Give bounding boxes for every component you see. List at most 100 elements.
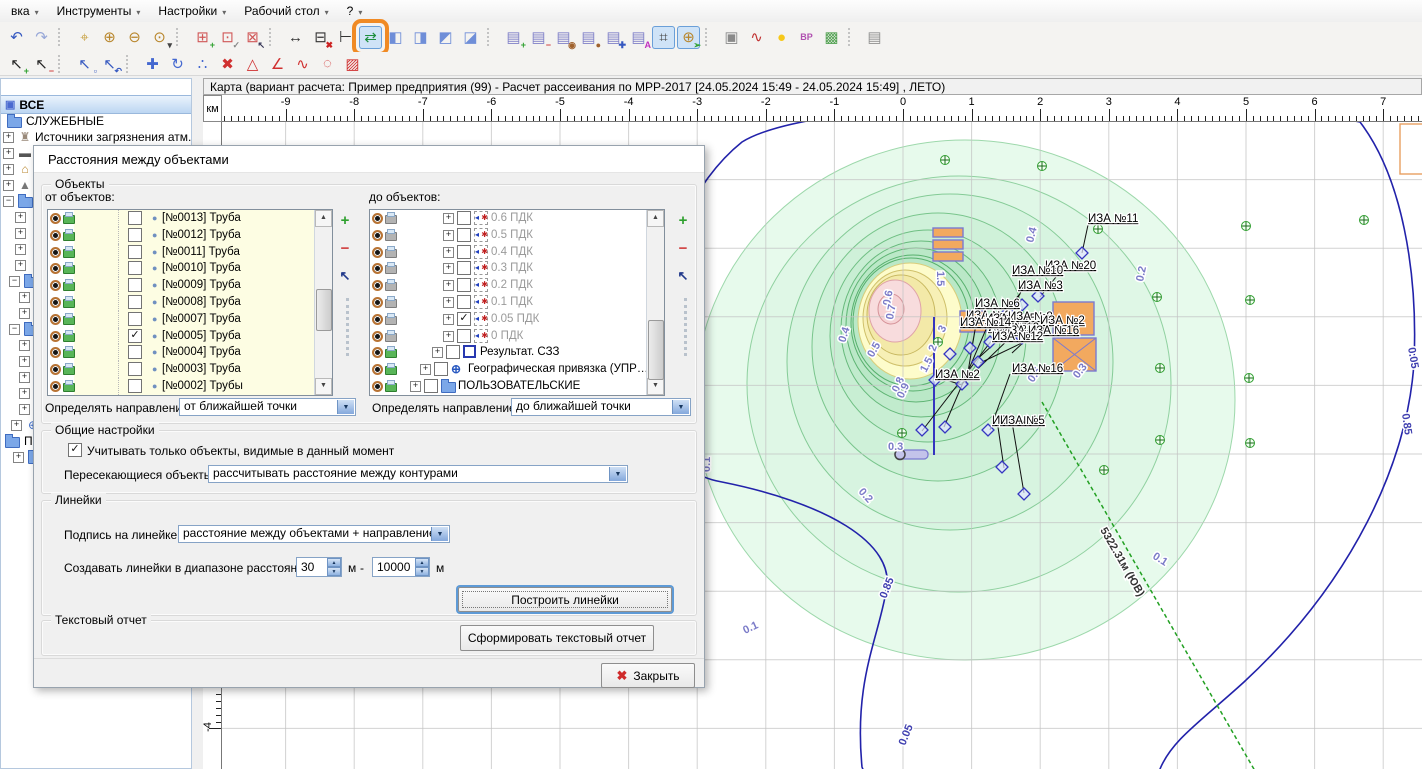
print-layer-icon[interactable] [63, 299, 75, 308]
menu-item-Рабочий стол[interactable]: Рабочий стол [235, 2, 337, 21]
row-checkbox[interactable] [424, 379, 438, 393]
expand-plus-icon[interactable]: + [443, 213, 454, 224]
delete-node-icon[interactable]: ✖ [216, 52, 239, 75]
direction-to-combo[interactable]: до ближайшей точки [511, 398, 691, 416]
visibility-eye-icon[interactable] [50, 381, 61, 392]
row-checkbox[interactable] [128, 362, 142, 376]
from-objects-list[interactable]: ●[№0013] Труба●[№0012] Труба●[№0011] Тру… [47, 209, 333, 396]
close-button[interactable]: ✖ Закрыть [601, 663, 695, 688]
row-checkbox[interactable] [128, 312, 142, 326]
expand-plus-icon[interactable]: + [443, 314, 454, 325]
row-checkbox[interactable] [446, 345, 460, 359]
select-plus-icon[interactable]: ↖+ [5, 52, 28, 75]
expand-plus-icon[interactable]: + [15, 244, 26, 255]
source-remove-icon[interactable]: ▤− [527, 26, 550, 49]
to-add-button[interactable]: + [673, 212, 693, 229]
expand-plus-icon[interactable]: + [13, 452, 24, 463]
source-dot-icon[interactable]: ▤● [577, 26, 600, 49]
print-layer-icon[interactable] [385, 366, 397, 375]
print-layer-icon[interactable] [63, 366, 75, 375]
caption-combo[interactable]: расстояние между объектами + направление [178, 525, 450, 543]
menu-item-вка[interactable]: вка [2, 2, 48, 21]
menu-item-?[interactable]: ? [338, 2, 372, 21]
visibility-eye-icon[interactable] [50, 213, 61, 224]
expand-minus-icon[interactable]: − [9, 276, 20, 287]
intersect-combo[interactable]: рассчитывать расстояние между контурами [208, 465, 628, 483]
to-list-row[interactable]: +0.3 ПДК [370, 260, 647, 277]
rotate-icon[interactable]: ↻ [166, 52, 189, 75]
print-layer-icon[interactable] [63, 215, 75, 224]
from-list-row[interactable]: ●[№0004] Труба [48, 344, 315, 361]
expand-plus-icon[interactable]: + [443, 230, 454, 241]
plot-settings-icon[interactable]: ▤ [863, 26, 886, 49]
to-list-row[interactable]: +0.1 ПДК [370, 294, 647, 311]
to-list-row[interactable]: +0.05 ПДК [370, 311, 647, 328]
from-list-row[interactable]: ●[№0011] Труба [48, 244, 315, 261]
visibility-eye-icon[interactable] [50, 247, 61, 258]
sidebar-item-house[interactable]: +⌂ [3, 161, 35, 177]
from-list-row[interactable]: ●[№0010] Труба [48, 260, 315, 277]
curve-tool-icon[interactable]: ∿ [291, 52, 314, 75]
expand-minus-icon[interactable]: − [9, 324, 20, 335]
from-list-row[interactable]: ●[№0013] Труба [48, 210, 315, 227]
row-checkbox[interactable] [128, 228, 142, 242]
print-layer-icon[interactable] [385, 215, 397, 224]
add-layer-icon[interactable]: ⊞+ [191, 26, 214, 49]
visibility-eye-icon[interactable] [50, 230, 61, 241]
visibility-eye-icon[interactable] [372, 364, 383, 375]
scroll-up-arrow[interactable]: ▲ [315, 210, 332, 227]
zoom-select-icon[interactable]: ⊕➢ [677, 26, 700, 49]
measure-icon[interactable]: ↔ [284, 26, 307, 49]
to-list-row[interactable]: +0.2 ПДК [370, 277, 647, 294]
print-layer-icon[interactable] [63, 265, 75, 274]
print-layer-icon[interactable] [385, 333, 397, 342]
visibility-eye-icon[interactable] [50, 331, 61, 342]
zoom-out-icon[interactable]: ⊖ [123, 26, 146, 49]
to-list-row[interactable]: +0.4 ПДК [370, 244, 647, 261]
to-list-row[interactable]: +Результат. СЗЗ [370, 344, 647, 361]
from-list-row[interactable]: ●[№0008] Труба [48, 294, 315, 311]
row-checkbox[interactable] [128, 329, 142, 343]
row-checkbox[interactable] [457, 295, 471, 309]
visibility-eye-icon[interactable] [50, 364, 61, 375]
layers-panel-header[interactable]: ▣ ВСЕ [1, 95, 191, 114]
copy-contour-icon[interactable]: ◧ [384, 26, 407, 49]
row-checkbox[interactable] [128, 379, 142, 393]
ruler-toggle-icon[interactable]: ⌗ [652, 26, 675, 49]
expand-plus-icon[interactable]: + [19, 308, 30, 319]
polyline-tool-icon[interactable]: ∠ [266, 52, 289, 75]
undo-icon[interactable]: ↶ [5, 26, 28, 49]
row-checkbox[interactable] [128, 278, 142, 292]
expand-plus-icon[interactable]: + [3, 164, 14, 175]
from-list-row[interactable]: ●[№0002] Трубы [48, 378, 315, 395]
row-checkbox[interactable] [457, 245, 471, 259]
visibility-eye-icon[interactable] [372, 263, 383, 274]
print-layer-icon[interactable] [63, 333, 75, 342]
expand-plus-icon[interactable]: + [443, 331, 454, 342]
palette-icon[interactable]: ▩ [820, 26, 843, 49]
expand-minus-icon[interactable]: − [3, 196, 14, 207]
report-button[interactable]: Сформировать текстовый отчет [460, 625, 654, 651]
expand-plus-icon[interactable]: + [443, 247, 454, 258]
to-list-row[interactable]: +0.6 ПДК [370, 210, 647, 227]
pan-tool-icon[interactable]: ⌖ [73, 26, 96, 49]
expand-plus-icon[interactable]: + [15, 228, 26, 239]
visibility-eye-icon[interactable] [50, 297, 61, 308]
to-list-row[interactable]: +0.5 ПДК [370, 227, 647, 244]
from-remove-button[interactable]: − [335, 240, 355, 257]
source-add-icon[interactable]: ▤+ [502, 26, 525, 49]
row-checkbox[interactable] [128, 211, 142, 225]
redo-icon[interactable]: ↷ [30, 26, 53, 49]
print-layer-icon[interactable] [385, 299, 397, 308]
print-layer-icon[interactable] [385, 232, 397, 241]
print-layer-icon[interactable] [385, 383, 397, 392]
scale-nodes-icon[interactable]: ∴ [191, 52, 214, 75]
expand-plus-icon[interactable]: + [3, 148, 14, 159]
expand-plus-icon[interactable]: + [420, 364, 431, 375]
to-list-row[interactable]: +ПОЛЬЗОВАТЕЛЬСКИЕ [370, 378, 647, 395]
select-copy-icon[interactable]: ↖▫ [73, 52, 96, 75]
visibility-eye-icon[interactable] [372, 230, 383, 241]
print-layer-icon[interactable] [63, 249, 75, 258]
expand-plus-icon[interactable]: + [443, 280, 454, 291]
visibility-eye-icon[interactable] [372, 280, 383, 291]
